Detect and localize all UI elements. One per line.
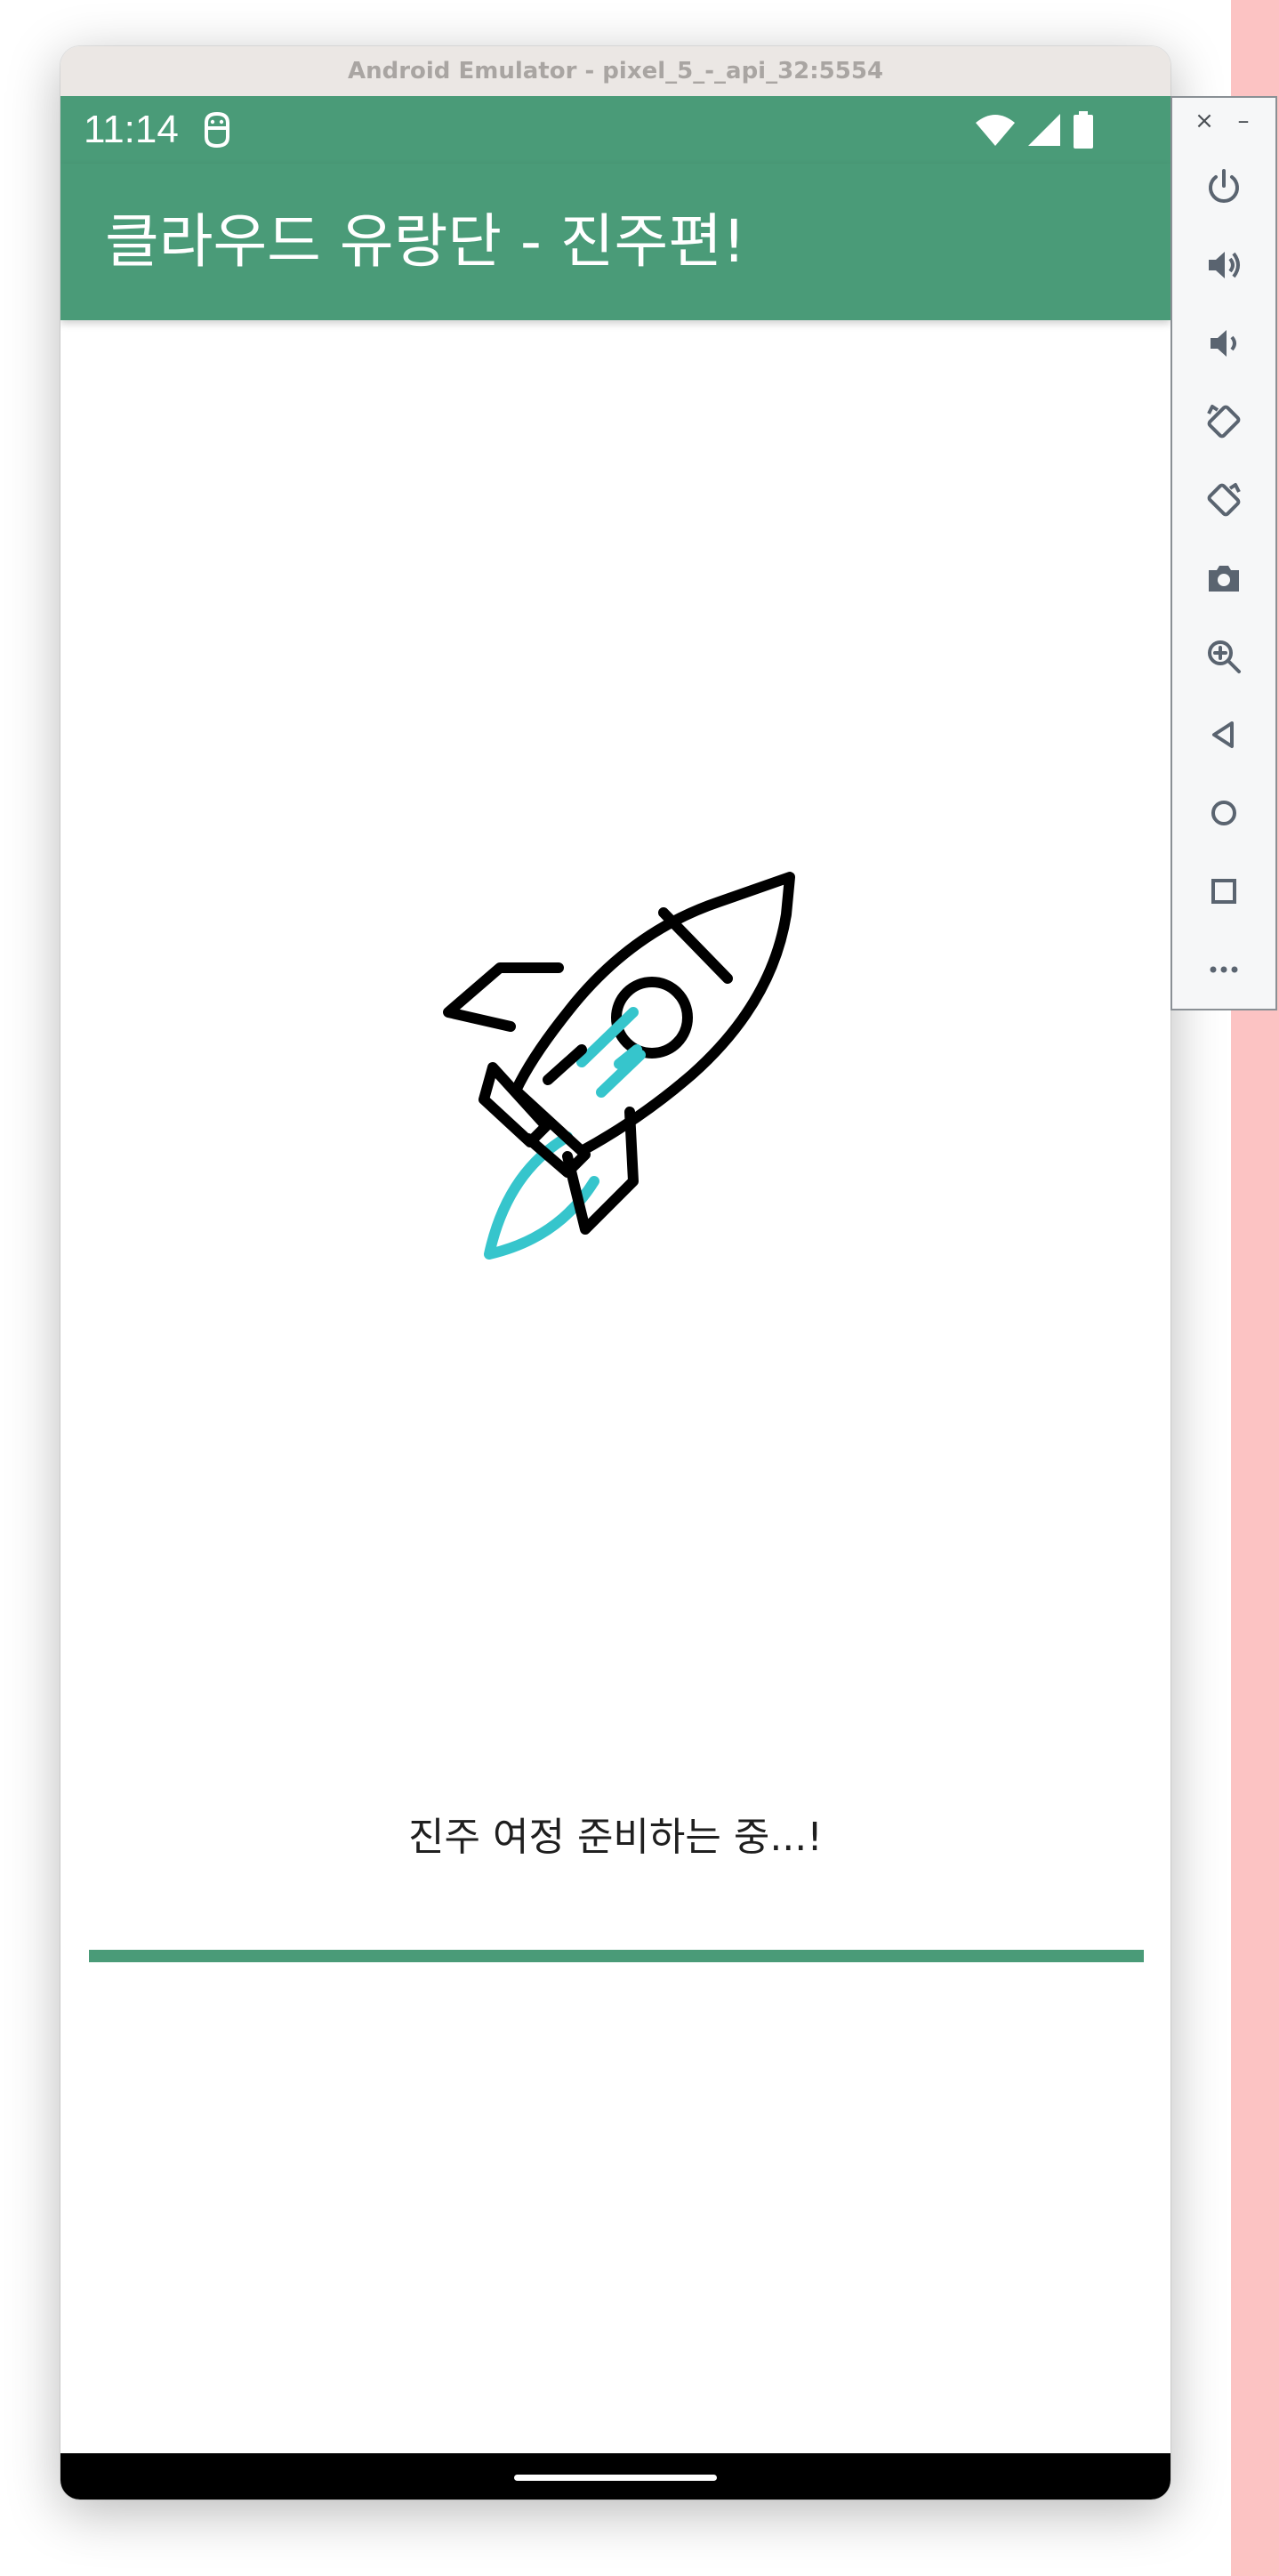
close-icon[interactable]: × bbox=[1190, 107, 1219, 135]
status-time: 11:14 bbox=[84, 108, 179, 151]
volume-up-icon bbox=[1209, 252, 1240, 278]
zoom-button[interactable] bbox=[1197, 630, 1251, 683]
emulator-window: Android Emulator - pixel_5_-_api_32:5554… bbox=[60, 46, 1170, 2500]
rotate-right-icon bbox=[1207, 483, 1241, 517]
cellular-signal-icon bbox=[1028, 114, 1060, 146]
camera-icon bbox=[1209, 566, 1239, 592]
zoom-icon bbox=[1208, 640, 1241, 673]
emulator-toolbar: × – bbox=[1170, 96, 1277, 1010]
loading-progress-fill bbox=[89, 1950, 1144, 1962]
home-button[interactable] bbox=[1197, 786, 1251, 840]
power-button[interactable] bbox=[1197, 160, 1251, 213]
power-icon bbox=[1209, 169, 1239, 203]
home-gesture-handle[interactable] bbox=[514, 2475, 717, 2481]
back-icon bbox=[1212, 721, 1234, 748]
battery-icon bbox=[1074, 111, 1093, 149]
wifi-icon bbox=[976, 115, 1015, 146]
more-icon bbox=[1210, 966, 1238, 973]
volume-down-icon bbox=[1211, 330, 1236, 357]
back-button[interactable] bbox=[1197, 708, 1251, 761]
loading-progress-bar bbox=[89, 1950, 1144, 1962]
loading-text: 진주 여정 준비하는 중...! bbox=[408, 1815, 823, 1860]
rocket-icon bbox=[443, 872, 795, 1260]
rotate-left-icon bbox=[1207, 405, 1241, 439]
device-screen: 11:14 클라우드 유랑단 - 진주편! 진주 여정 준비하는 중...! bbox=[60, 96, 1170, 2500]
app-bar: 클라우드 유랑단 - 진주편! bbox=[60, 164, 1170, 320]
rotate-right-button[interactable] bbox=[1197, 473, 1251, 527]
window-titlebar[interactable]: Android Emulator - pixel_5_-_api_32:5554 bbox=[60, 46, 1170, 97]
app-title: 클라우드 유랑단 - 진주편! bbox=[105, 207, 746, 276]
more-button[interactable] bbox=[1197, 943, 1251, 996]
volume-up-button[interactable] bbox=[1197, 238, 1251, 292]
status-bar: 11:14 bbox=[60, 96, 1170, 164]
overview-icon bbox=[1211, 879, 1236, 904]
minimize-icon[interactable]: – bbox=[1229, 107, 1258, 135]
status-icons bbox=[975, 110, 1094, 149]
volume-down-button[interactable] bbox=[1197, 317, 1251, 370]
home-icon bbox=[1211, 801, 1236, 825]
android-debug-icon bbox=[205, 111, 229, 149]
window-title: Android Emulator - pixel_5_-_api_32:5554 bbox=[347, 58, 884, 85]
rotate-left-button[interactable] bbox=[1197, 395, 1251, 448]
gesture-navigation-bar bbox=[60, 2453, 1170, 2500]
overview-button[interactable] bbox=[1197, 865, 1251, 918]
toolbar-window-controls: × – bbox=[1172, 98, 1275, 146]
screenshot-button[interactable] bbox=[1197, 551, 1251, 605]
